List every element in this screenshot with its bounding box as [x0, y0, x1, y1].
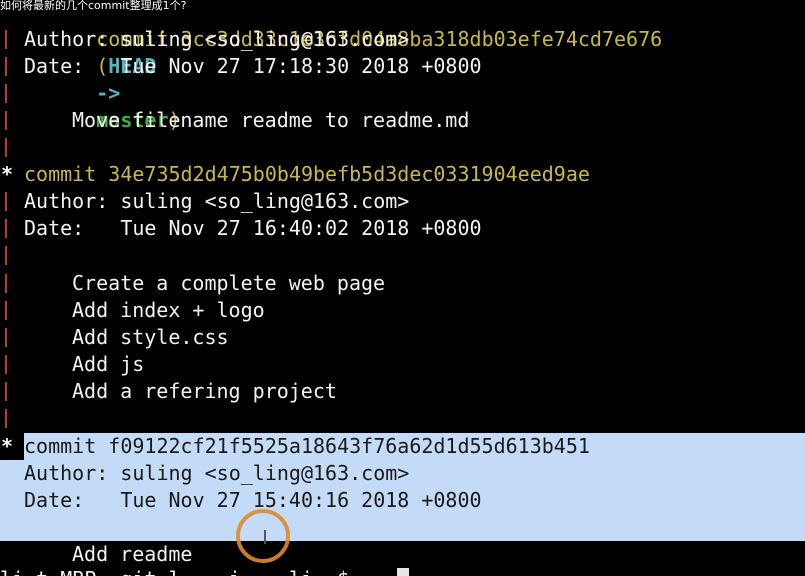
- message-text: Add index + logo: [72, 298, 265, 322]
- message-text: Move filename readme to readme.md: [72, 108, 470, 132]
- commit-line[interactable]: * commit 34e735d2d475b0b49befb5d3dec0331…: [0, 161, 805, 188]
- ibeam-cursor-icon: [264, 530, 266, 544]
- date-line[interactable]: Date: Tue Nov 27 15:40:16 2018 +0800: [0, 487, 805, 514]
- message-line[interactable]: Add index + logo: [0, 297, 805, 324]
- message-text: Add style.css: [72, 325, 229, 349]
- graph-star: *: [1, 162, 14, 186]
- message-text: Add readme: [72, 542, 193, 566]
- author-text: Author: suling <so_ling@163.com>: [24, 189, 410, 213]
- graph-bar: [0, 242, 12, 269]
- graph-bar: [0, 26, 12, 53]
- author-line[interactable]: Author: suling <so_ling@163.com>: [0, 26, 805, 53]
- author-line[interactable]: Author: suling <so_ling@163.com>: [0, 188, 805, 215]
- commit-line[interactable]: * commit f09122cf21f5525a18643f76a62d1d5…: [0, 433, 805, 460]
- commit-hash: commit f09122cf21f5525a18643f76a62d1d55d…: [24, 434, 590, 458]
- video-caption: 如何将最新的几个commit整理成1个?: [0, 0, 187, 12]
- graph-bar: [0, 107, 12, 134]
- date-text: Date: Tue Nov 27 16:40:02 2018 +0800: [24, 216, 482, 240]
- shell-prompt: li t MBP git l i li $: [0, 566, 349, 576]
- date-line[interactable]: Date: Tue Nov 27 16:40:02 2018 +0800: [0, 215, 805, 242]
- message-line[interactable]: Add readme: [0, 541, 805, 568]
- message-text: Add js: [72, 352, 145, 376]
- graph-bar: [0, 270, 12, 297]
- terminal-window[interactable]: 如何将最新的几个commit整理成1个? commit 3cc3dd33c1e3…: [0, 0, 805, 576]
- date-line[interactable]: Date: Tue Nov 27 17:18:30 2018 +0800: [0, 53, 805, 80]
- blank-line: [0, 242, 805, 269]
- message-text: Create a complete web page: [72, 271, 386, 295]
- message-text: Add a refering project: [72, 379, 337, 403]
- graph-bar: [0, 215, 12, 242]
- graph-bar: [0, 378, 12, 405]
- date-text: Date: Tue Nov 27 17:18:30 2018 +0800: [24, 54, 482, 78]
- click-highlight-ring: [236, 509, 290, 563]
- graph-bar: [0, 297, 12, 324]
- message-line[interactable]: Add js: [0, 351, 805, 378]
- graph-bar: [0, 80, 12, 107]
- graph-bar: [0, 324, 12, 351]
- message-line[interactable]: Create a complete web page: [0, 270, 805, 297]
- commit-hash: commit 34e735d2d475b0b49befb5d3dec033190…: [24, 162, 590, 186]
- message-line[interactable]: Move filename readme to readme.md: [0, 107, 805, 134]
- graph-bar: [0, 53, 12, 80]
- message-line[interactable]: Add a refering project: [0, 378, 805, 405]
- author-text: Author: suling <so_ling@163.com>: [24, 27, 410, 51]
- blank-line: [0, 134, 805, 161]
- graph-star: *: [1, 434, 14, 458]
- message-line[interactable]: Add style.css: [0, 324, 805, 351]
- author-text: Author: suling <so_ling@163.com>: [24, 461, 410, 485]
- blank-line: [0, 405, 805, 432]
- graph-bar: [0, 134, 12, 161]
- graph-bar: [0, 405, 12, 432]
- graph-bar: [0, 351, 12, 378]
- graph-bar: [0, 188, 12, 215]
- terminal-cursor: [397, 568, 409, 576]
- blank-line: [0, 80, 805, 107]
- author-line[interactable]: Author: suling <so_ling@163.com>: [0, 460, 805, 487]
